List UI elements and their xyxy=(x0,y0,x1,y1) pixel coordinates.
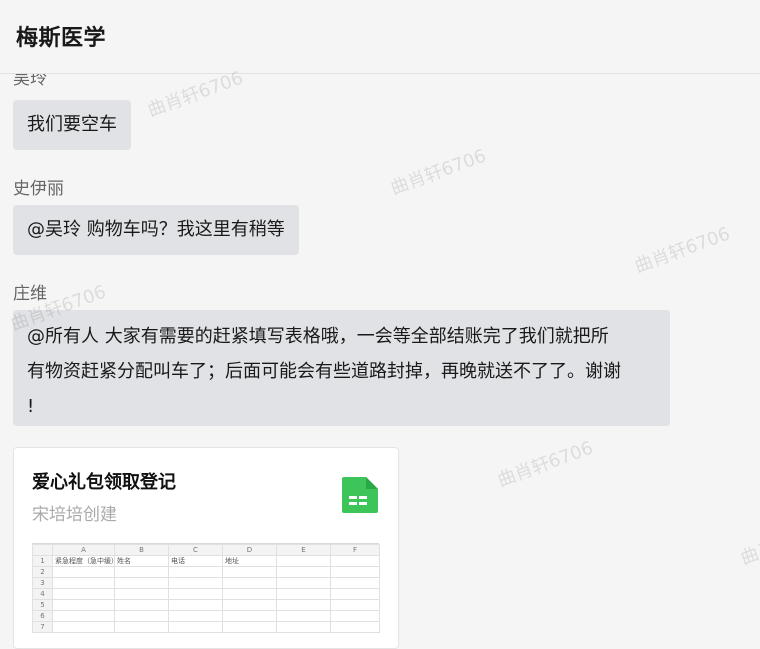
sheet-cell xyxy=(168,621,223,633)
sheet-row: 3 xyxy=(32,577,380,589)
sheet-cell xyxy=(52,599,115,611)
sheet-cell xyxy=(114,588,169,600)
chat-header: 梅斯医学 xyxy=(0,0,760,74)
row-number: 4 xyxy=(32,588,53,600)
sheet-cell xyxy=(330,621,380,633)
sheet-cell xyxy=(52,588,115,600)
sheet-cell xyxy=(168,588,223,600)
sheet-cell xyxy=(52,577,115,589)
sheet-cell xyxy=(114,566,169,578)
chat-title: 梅斯医学 xyxy=(16,26,107,51)
sheet-cell xyxy=(330,610,380,622)
row-number: 1 xyxy=(32,555,53,567)
sheet-cell xyxy=(276,566,331,578)
column-header: E xyxy=(276,544,331,556)
card-title: 爱心礼包领取登记 xyxy=(32,472,176,493)
sheet-cell xyxy=(330,588,380,600)
message-text-line: ! xyxy=(27,396,35,417)
sheet-cell xyxy=(330,577,380,589)
row-number: 3 xyxy=(32,577,53,589)
sheet-row: 1 紧急程度（急中缓） 姓名 电话 地址 xyxy=(32,555,380,567)
message-bubble[interactable]: 我们要空车 xyxy=(13,100,131,150)
row-number: 7 xyxy=(32,621,53,633)
sheet-cell xyxy=(276,588,331,600)
sheet-cell: 地址 xyxy=(222,555,277,567)
sheet-cell xyxy=(52,566,115,578)
sheet-cell xyxy=(276,577,331,589)
message-sender: 史伊丽 xyxy=(13,179,64,199)
sheet-cell xyxy=(168,577,223,589)
card-subtitle: 宋培培创建 xyxy=(32,505,117,525)
sheet-cell xyxy=(114,621,169,633)
sheet-cell xyxy=(114,599,169,611)
message-text: @吴玲 购物车吗？我这里有稍等 xyxy=(27,219,285,240)
message-text: 我们要空车 xyxy=(27,114,117,135)
sheet-cell: 紧急程度（急中缓） xyxy=(52,555,115,567)
sheet-cell: 电话 xyxy=(168,555,223,567)
sheet-preview: A B C D E F 1 紧急程度（急中缓） 姓名 电话 地址 2 3 4 5… xyxy=(32,543,380,648)
sheet-row: 2 xyxy=(32,566,380,578)
sheet-row: 5 xyxy=(32,599,380,611)
sheet-cell: 姓名 xyxy=(114,555,169,567)
sheet-cell xyxy=(52,621,115,633)
message-sender: 庄维 xyxy=(13,284,47,304)
sheet-cell xyxy=(276,610,331,622)
message-text-line: @所有人 大家有需要的赶紧填写表格哦，一会等全部结账完了我们就把所 xyxy=(27,326,609,347)
sheet-cell xyxy=(168,599,223,611)
sheet-cell xyxy=(222,621,277,633)
sheet-cell xyxy=(330,599,380,611)
sheet-cell xyxy=(168,566,223,578)
sheet-cell xyxy=(276,555,331,567)
sheet-cell xyxy=(276,599,331,611)
message-list[interactable]: 吴玲 我们要空车 史伊丽 @吴玲 购物车吗？我这里有稍等 庄维 @所有人 大家有… xyxy=(0,0,760,649)
sheet-corner xyxy=(32,544,53,556)
sheet-grid: A B C D E F 1 紧急程度（急中缓） 姓名 电话 地址 2 3 4 5… xyxy=(32,544,380,633)
sheet-row: 7 xyxy=(32,621,380,633)
sheet-cell xyxy=(222,610,277,622)
sheet-header-row: A B C D E F xyxy=(32,544,380,556)
sheet-cell xyxy=(222,566,277,578)
spreadsheet-icon xyxy=(342,477,378,513)
message-bubble[interactable]: @吴玲 购物车吗？我这里有稍等 xyxy=(13,205,299,255)
row-number: 5 xyxy=(32,599,53,611)
message-text-line: 有物资赶紧分配叫车了；后面可能会有些道路封掉，再晚就送不了了。谢谢 xyxy=(27,361,621,382)
sheet-cell xyxy=(330,555,380,567)
sheet-cell xyxy=(222,599,277,611)
sheet-row: 6 xyxy=(32,610,380,622)
shared-sheet-card[interactable]: 爱心礼包领取登记 宋培培创建 A B C D E F 1 紧急程度（急中缓） 姓… xyxy=(13,447,399,649)
row-number: 2 xyxy=(32,566,53,578)
sheet-cell xyxy=(222,588,277,600)
column-header: A xyxy=(52,544,115,556)
column-header: F xyxy=(330,544,380,556)
sheet-cell xyxy=(276,621,331,633)
sheet-cell xyxy=(222,577,277,589)
message-bubble[interactable]: @所有人 大家有需要的赶紧填写表格哦，一会等全部结账完了我们就把所 有物资赶紧分… xyxy=(13,310,670,426)
column-header: C xyxy=(168,544,223,556)
sheet-cell xyxy=(330,566,380,578)
row-number: 6 xyxy=(32,610,53,622)
column-header: D xyxy=(222,544,277,556)
sheet-row: 4 xyxy=(32,588,380,600)
sheet-cell xyxy=(168,610,223,622)
sheet-cell xyxy=(114,577,169,589)
sheet-cell xyxy=(52,610,115,622)
column-header: B xyxy=(114,544,169,556)
sheet-cell xyxy=(114,610,169,622)
